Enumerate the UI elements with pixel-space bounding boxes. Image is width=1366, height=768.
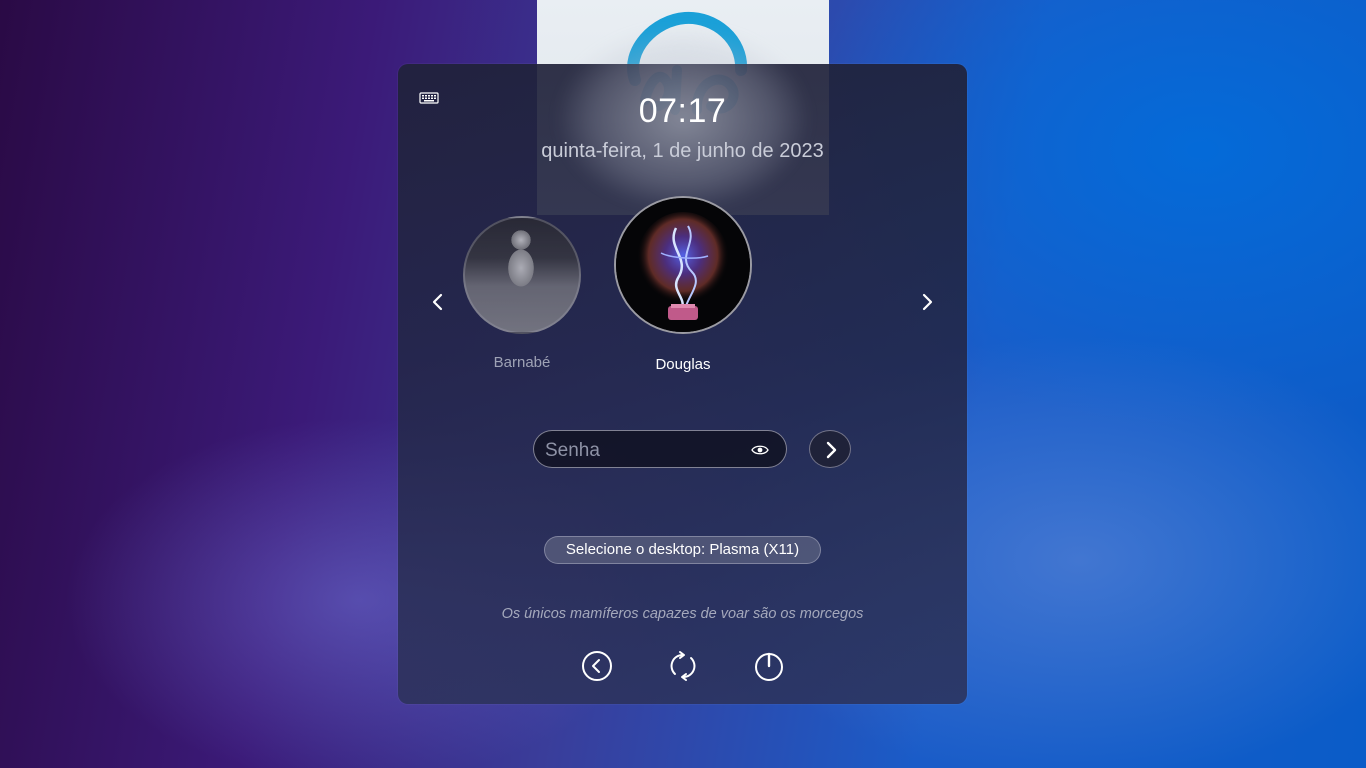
desktop-session-select[interactable]: Selecione o desktop: Plasma (X11) xyxy=(544,536,821,564)
arrow-right-icon xyxy=(826,441,837,459)
next-user-chevron-icon[interactable] xyxy=(915,290,939,314)
user-name-barnabe: Barnabé xyxy=(493,354,551,371)
desktop-background: 07:17 quinta-feira, 1 de junho de 2023 B… xyxy=(0,0,1366,768)
login-panel: 07:17 quinta-feira, 1 de junho de 2023 B… xyxy=(398,0,967,704)
power-icon[interactable] xyxy=(753,650,785,682)
astronaut-avatar xyxy=(463,216,581,334)
user-name-douglas: Douglas xyxy=(655,356,711,373)
restart-icon[interactable] xyxy=(667,650,699,682)
password-field[interactable] xyxy=(533,430,787,468)
previous-user-chevron-icon[interactable] xyxy=(426,290,450,314)
user-barnabe[interactable]: Barnabé xyxy=(462,216,582,371)
password-input[interactable] xyxy=(543,436,747,466)
login-button[interactable] xyxy=(809,430,851,468)
clock-time: 07:17 xyxy=(638,92,727,130)
plasma-bulb-image xyxy=(616,198,750,332)
back-icon[interactable] xyxy=(581,650,613,682)
tip-text: Os únicos mamíferos capazes de voar são … xyxy=(501,606,864,622)
plasma-bulb-avatar xyxy=(614,196,752,334)
user-douglas[interactable]: Douglas xyxy=(613,196,753,373)
clock-date: quinta-feira, 1 de junho de 2023 xyxy=(541,140,824,162)
show-password-eye-icon[interactable] xyxy=(751,443,769,457)
